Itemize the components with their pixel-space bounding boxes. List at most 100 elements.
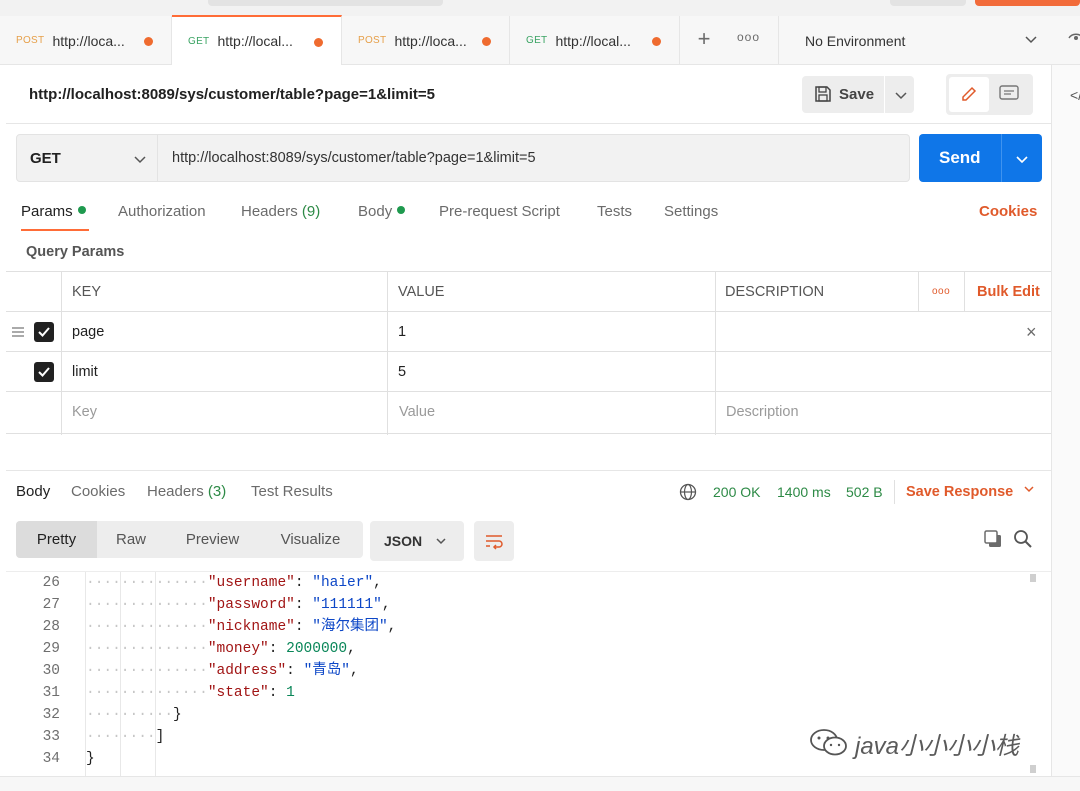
param-value[interactable]: 1 [398,312,406,352]
request-tab[interactable]: GET http://local... [510,16,680,65]
request-title[interactable]: http://localhost:8089/sys/customer/table… [29,86,435,103]
close-icon[interactable]: × [1026,312,1037,352]
pencil-icon [962,86,977,101]
tab-label: Headers [147,483,204,500]
bulk-edit-link[interactable]: Bulk Edit [977,272,1040,312]
divider [6,123,1051,124]
tab-url: http://loca... [394,32,467,49]
description-placeholder[interactable]: Description [726,392,799,432]
divider [894,480,895,504]
save-label: Save [839,86,875,103]
comment-icon[interactable] [999,85,1019,103]
code-content: ··············"password": "111111", [86,597,391,613]
drag-handle-icon[interactable] [11,326,25,338]
line-number: 26 [42,575,60,591]
tab-url: http://loca... [52,32,125,49]
view-raw[interactable]: Raw [97,521,165,558]
view-preview[interactable]: Preview [165,521,260,558]
view-pretty[interactable]: Pretty [16,521,97,558]
table-row: limit 5 [6,352,1051,392]
code-content: ········] [86,729,165,745]
value-placeholder[interactable]: Value [399,392,435,432]
request-tab[interactable]: POST http://loca... [342,16,510,65]
method-select[interactable]: GET [16,134,158,182]
tab-label: Headers [241,203,298,220]
copy-icon[interactable] [983,529,1003,549]
chevron-down-icon[interactable] [894,88,908,102]
active-tab-indicator [21,229,89,231]
tab-method: POST [358,35,387,46]
unsaved-dot-icon [144,37,153,46]
code-icon[interactable]: </ [1070,87,1080,103]
code-line: 30 ··············"address": "青岛", [6,660,1051,682]
environment-selector[interactable]: No Environment [778,16,1060,65]
code-content: ··············"nickname": "海尔集团", [86,619,397,635]
new-tab-plus-icon[interactable]: + [692,28,716,52]
code-line: 28 ··············"nickname": "海尔集团", [6,616,1051,638]
eye-icon[interactable] [1068,30,1080,46]
response-tab-test-results[interactable]: Test Results [251,483,333,500]
param-key[interactable]: limit [72,352,98,392]
top-accent-control [975,0,1080,6]
save-button[interactable]: Save [802,76,914,113]
tab-method: POST [16,35,45,46]
code-content: } [86,751,95,767]
param-value[interactable]: 5 [398,352,406,392]
wrap-lines-icon [486,535,503,550]
chevron-down-icon [436,538,446,545]
status-code[interactable]: 200 OK [713,484,760,500]
view-visualize[interactable]: Visualize [260,521,361,558]
edit-mode-button[interactable] [949,77,989,112]
cookies-link[interactable]: Cookies [979,203,1037,220]
tab-body[interactable]: Body [358,203,406,220]
tab-headers[interactable]: Headers (9) [241,203,320,220]
tab-authorization[interactable]: Authorization [118,203,206,220]
unsaved-dot-icon [314,38,323,47]
row-checkbox[interactable] [34,322,54,342]
watermark-text: java小小小小栈 [855,732,1020,760]
code-line: 32 ··········} [6,704,1051,726]
response-time[interactable]: 1400 ms [777,484,831,500]
line-number: 29 [42,641,60,657]
right-sidebar: </ [1051,65,1080,791]
chevron-down-icon [1025,36,1037,44]
response-tab-cookies[interactable]: Cookies [71,483,125,500]
tab-settings[interactable]: Settings [664,203,718,220]
line-number: 27 [42,597,60,613]
tab-label: Params [21,203,73,220]
row-checkbox[interactable] [34,362,54,382]
tab-params[interactable]: Params [21,203,86,220]
format-select[interactable]: JSON [370,521,464,561]
globe-icon[interactable] [679,483,697,501]
line-number: 31 [42,685,60,701]
request-tab-active[interactable]: GET http://local... [172,15,342,65]
divider [1001,134,1002,182]
column-header-description: DESCRIPTION [725,284,825,300]
chevron-down-icon [134,156,146,164]
url-input[interactable]: http://localhost:8089/sys/customer/table… [158,134,910,182]
response-tab-body[interactable]: Body [16,483,50,500]
response-tab-headers[interactable]: Headers (3) [147,483,226,500]
table-row: page 1 × [6,312,1051,352]
save-response-button[interactable]: Save Response [906,483,1035,500]
param-key[interactable]: page [72,312,104,352]
panel-divider[interactable] [6,470,1051,471]
send-button[interactable]: Send [919,134,1042,182]
top-control [890,0,966,6]
unsaved-dot-icon [482,37,491,46]
wrap-lines-button[interactable] [474,521,514,561]
code-line: 27 ··············"password": "111111", [6,594,1051,616]
more-options-button[interactable]: ooo [932,272,950,312]
search-icon[interactable] [1013,529,1033,549]
response-size[interactable]: 502 B [846,484,883,500]
divider [884,76,885,113]
top-control [208,0,443,6]
tab-tests[interactable]: Tests [597,203,632,220]
tab-prerequest-script[interactable]: Pre-request Script [439,203,560,220]
code-line: 31 ··············"state": 1 [6,682,1051,704]
active-dot-icon [77,206,86,214]
request-tab[interactable]: POST http://loca... [0,16,172,65]
key-placeholder[interactable]: Key [72,392,97,432]
chevron-down-icon[interactable] [1015,152,1029,166]
more-tabs-button[interactable]: ooo [737,30,760,44]
